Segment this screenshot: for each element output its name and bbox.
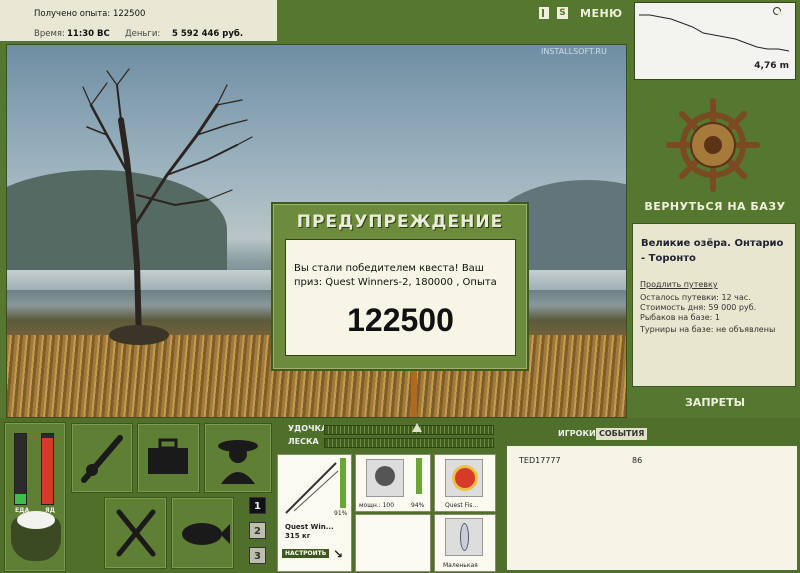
remaining-time: Осталось путевки: 12 час. (640, 293, 751, 302)
return-to-base-button[interactable]: ВЕРНУТЬСЯ НА БАЗУ (630, 200, 800, 220)
location-title: Великие озёра. Онтарио - Торонто (641, 238, 784, 264)
angler-icon (218, 440, 258, 484)
time-label: Время: (34, 29, 65, 39)
fish-icon (182, 523, 230, 545)
fishing-rod-tip[interactable] (411, 365, 417, 417)
dialog-title: ПРЕДУПРЕЖДЕНИЕ (296, 212, 504, 232)
extend-trip-link[interactable]: Продлить путевку (640, 280, 718, 289)
xp-gained-text: Получено опыта: 122500 (34, 9, 146, 19)
lure-name: Маленькая (443, 562, 478, 569)
page-1-button[interactable]: 1 (249, 497, 266, 514)
player-info-panel: Получено опыта: 122500 Время: 11:30 ВС Д… (0, 0, 280, 44)
events-list: TED17777 86 (507, 446, 797, 570)
dialog-value: 122500 (347, 302, 454, 338)
tackle-box-icon (148, 438, 188, 474)
lure-icon (445, 518, 483, 556)
time-value: 11:30 ВС (67, 29, 110, 39)
warning-dialog: ПРЕДУПРЕЖДЕНИЕ Вы стали победителем квес… (271, 202, 529, 371)
dialog-message: Вы стали победителем квеста! Ваш приз: Q… (294, 263, 497, 288)
tab-events[interactable]: СОБЫТИЯ (596, 428, 648, 440)
food-pot-icon[interactable] (11, 511, 61, 561)
rod-weight: 315 кг (285, 532, 311, 540)
rod-tension-label: УДОЧКА (288, 424, 328, 433)
fish-tile[interactable] (171, 497, 234, 569)
dialog-body: Вы стали победителем квеста! Ваш приз: Q… (285, 239, 516, 356)
rod-tile[interactable] (71, 423, 133, 493)
gear-panel: УДОЧКА ЛЕСКА 91% Quest Win... 315 кг НАС… (276, 422, 498, 573)
event-player-value: 86 (632, 456, 643, 465)
menu-button[interactable]: МЕНЮ (580, 7, 623, 20)
close-icon[interactable]: × (775, 6, 786, 21)
rod-slot[interactable]: 91% Quest Win... 315 кг НАСТРОИТЬ ↘ (277, 454, 352, 572)
event-player-name: TED17777 (519, 456, 561, 465)
knife-fork-icon (116, 509, 156, 557)
reel-power: мощн.: 100 (359, 502, 395, 509)
lure-slot[interactable]: Маленькая (434, 514, 496, 572)
rod-image (285, 462, 339, 514)
bans-button[interactable]: ЗАПРЕТЫ (630, 396, 800, 412)
rod-tension-bar (324, 425, 494, 435)
depth-line (639, 14, 790, 52)
setup-button[interactable]: НАСТРОИТЬ (282, 549, 330, 558)
tackle-box-tile[interactable] (137, 423, 200, 493)
fishers-count: Рыбаков на базе: 1 (640, 313, 720, 322)
money-label: Деньги: (125, 29, 161, 39)
rod-condition-pct: 91% (334, 510, 348, 517)
fishing-rod-icon (81, 435, 123, 483)
events-panel: ИГРОКИ СОБЫТИЯ TED17777 86 (503, 422, 800, 573)
location-panel: Великие озёра. Онтарио - Торонто Продлит… (632, 223, 796, 387)
arrow-down-right-icon[interactable]: ↘ (333, 547, 343, 561)
line-tension-label: ЛЕСКА (288, 437, 319, 446)
tournaments-info: Турниры на базе: не объявлены (640, 325, 776, 334)
sound-button[interactable]: S (557, 7, 568, 19)
rod-name: Quest Win... (285, 523, 334, 531)
reel-condition-pct: 94% (411, 502, 425, 509)
line-name: Quest Fis... (445, 502, 479, 509)
reel-slot[interactable]: мощн.: 100 94% (355, 454, 431, 512)
food-meter (14, 433, 27, 505)
rod-condition-bar (340, 458, 346, 508)
watermark-text: INSTALLSOFT.RU (541, 47, 607, 56)
pause-button[interactable] (539, 7, 549, 19)
tree-image (82, 68, 253, 345)
reel-condition-bar (416, 458, 422, 494)
poison-meter (41, 433, 54, 505)
tab-players[interactable]: ИГРОКИ (555, 428, 599, 440)
reel-icon (366, 459, 404, 497)
angler-tile[interactable] (204, 423, 272, 493)
line-tension-bar (324, 438, 494, 448)
money-value: 5 592 446 руб. (172, 29, 244, 39)
line-slot[interactable]: Quest Fis... (434, 454, 496, 512)
tension-marker-icon (412, 423, 422, 432)
line-spool-icon (445, 459, 483, 497)
page-2-button[interactable]: 2 (249, 522, 266, 539)
status-panel: ЕДА ЯД (4, 422, 66, 572)
depth-value: 4,76 m (754, 61, 789, 71)
day-cost: Стоимость дня: 59 000 руб. (640, 303, 757, 312)
empty-slot[interactable] (355, 514, 431, 572)
food-tile[interactable] (104, 497, 167, 569)
page-3-button[interactable]: 3 (249, 547, 266, 564)
ship-wheel-icon[interactable] (663, 95, 763, 195)
depth-map[interactable]: 4,76 m (634, 2, 796, 80)
